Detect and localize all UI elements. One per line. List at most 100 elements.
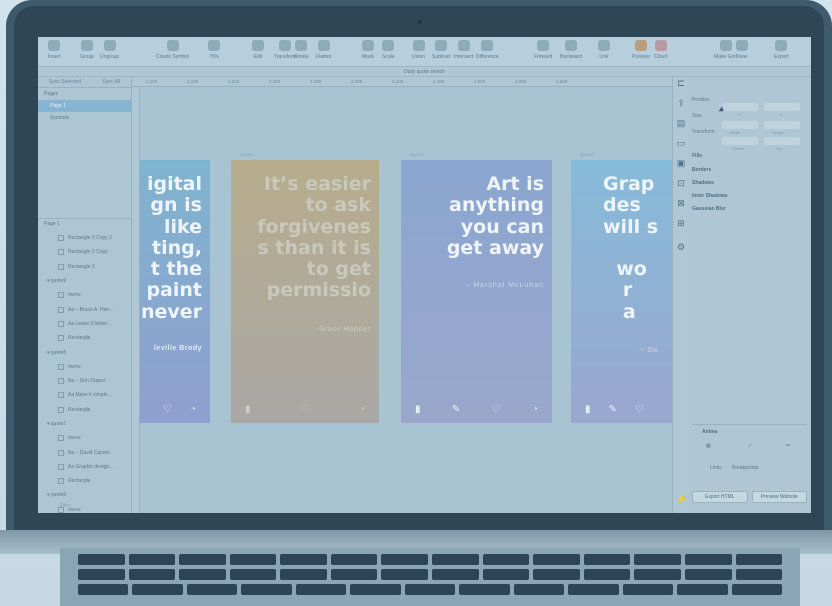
- heart-icon[interactable]: ♡: [163, 405, 172, 415]
- page-item-symbols[interactable]: Symbols: [38, 112, 131, 124]
- layer-icon: [58, 249, 64, 256]
- bookmark-icon[interactable]: ▮: [245, 405, 251, 415]
- layer-group[interactable]: ▾ quote7: [38, 417, 132, 431]
- toolbar-preview-button[interactable]: Preview: [632, 40, 650, 60]
- rocket-icon[interactable]: ➶: [748, 443, 752, 449]
- layout-icon[interactable]: ▦: [706, 443, 711, 449]
- layer-item[interactable]: menu: [38, 360, 132, 374]
- toolbar-group-button[interactable]: Group: [80, 40, 94, 60]
- layer-group[interactable]: ▾ quote6: [38, 488, 132, 502]
- toolbar-cloud-button[interactable]: Cloud: [654, 40, 667, 60]
- artboard-quote3[interactable]: Grap des will s wo r a – Da ▮ ✎ ♡: [571, 160, 672, 423]
- artboard-quote5[interactable]: It’s easier to ask forgivenes s than it …: [231, 160, 379, 423]
- layer-group[interactable]: ▾ quote9: [38, 274, 132, 288]
- layer-item[interactable]: menu: [38, 288, 132, 302]
- width-field[interactable]: [722, 121, 758, 129]
- toolbar-intersect-button[interactable]: Intersect: [454, 40, 473, 60]
- link-icon[interactable]: ⚯: [786, 443, 790, 449]
- heart-icon[interactable]: ♡: [300, 405, 309, 415]
- filter-input[interactable]: Filter: [60, 503, 71, 509]
- export-html-button[interactable]: Export HTML: [692, 491, 748, 503]
- toolbar-backward-button[interactable]: Backward: [560, 40, 582, 60]
- expand-icon[interactable]: ⊞: [676, 219, 686, 228]
- toolbar-union-button[interactable]: Union: [412, 40, 425, 60]
- preview-website-button[interactable]: Preview Website: [751, 491, 807, 503]
- share-icon[interactable]: ◔: [532, 405, 538, 415]
- layer-item[interactable]: menu: [38, 431, 132, 445]
- artboard-quote6[interactable]: igital gn is like ting, t the paint neve…: [140, 160, 210, 423]
- flip-field[interactable]: [764, 137, 800, 145]
- resize-icon[interactable]: ⊡: [676, 179, 686, 188]
- rotate-field[interactable]: [722, 137, 758, 145]
- pencil-icon[interactable]: ✎: [452, 405, 460, 415]
- toolbar-subtract-button[interactable]: Subtract: [432, 40, 451, 60]
- layer-item[interactable]: Rectangle: [38, 403, 132, 417]
- layer-item[interactable]: Aa Make it simple...: [38, 388, 132, 402]
- breakpoints-label[interactable]: Breakpoints: [732, 465, 758, 471]
- code-icon[interactable]: ▣: [676, 159, 686, 168]
- height-field[interactable]: [764, 121, 800, 129]
- toolbar-scale-button[interactable]: Scale: [382, 40, 395, 60]
- toolbar-edit-button[interactable]: Edit: [252, 40, 264, 60]
- tab-sync-selected[interactable]: Sync Selected: [49, 77, 81, 87]
- keyboard: [60, 548, 800, 606]
- layer-item[interactable]: Aa – Bruce A. Hen...: [38, 302, 132, 316]
- layer-item[interactable]: Rectangle 3 Copy 2: [38, 231, 132, 245]
- share-icon[interactable]: ◔: [359, 405, 365, 415]
- ruler-tick-label: 2,200: [228, 79, 240, 84]
- heart-icon[interactable]: ♡: [492, 405, 501, 415]
- layer-group[interactable]: ▾ quote8: [38, 345, 132, 359]
- gear-icon[interactable]: ⚙: [676, 243, 686, 252]
- bolt-icon[interactable]: ⚡: [676, 494, 687, 505]
- layer-item[interactable]: Rectangle: [38, 474, 132, 488]
- fills-section[interactable]: Fills: [692, 153, 702, 159]
- toolbar-ungroup-button[interactable]: Ungroup: [100, 40, 119, 60]
- toolbar-view-button[interactable]: View: [736, 40, 748, 60]
- toolbar-plus-button[interactable]: Insert: [48, 40, 61, 60]
- layer-item[interactable]: Rectangle 3: [38, 260, 132, 274]
- toolbar-difference-button[interactable]: Difference: [476, 40, 499, 60]
- links-label[interactable]: Links: [710, 465, 722, 471]
- toolbar-symbol-button[interactable]: Create Symbol: [156, 40, 189, 60]
- toolbar-zoom-button[interactable]: 75%: [208, 40, 220, 60]
- inner-shadows-section[interactable]: Inner Shadows: [692, 193, 728, 199]
- frame-icon[interactable]: ⊠: [676, 199, 686, 208]
- artboard-icon[interactable]: ▭: [676, 139, 686, 148]
- page-item-page-1[interactable]: Page 1: [38, 100, 131, 112]
- layer-item[interactable]: Aa – Don Draper: [38, 374, 132, 388]
- toolbar-flatten-button[interactable]: Flatten: [316, 40, 331, 60]
- layer-item[interactable]: Aa Leave it better...: [38, 317, 132, 331]
- share-icon[interactable]: ⇪: [676, 99, 686, 108]
- inspector-icon[interactable]: ▤: [676, 119, 686, 128]
- toolbar-grid-button[interactable]: Make Grid: [714, 40, 737, 60]
- artboard-quote4[interactable]: Art is anything you can get away – Marsh…: [401, 160, 552, 423]
- tab-sync-all[interactable]: Sync All: [102, 77, 120, 87]
- layout-icon[interactable]: ⊏: [676, 79, 686, 88]
- heart-icon[interactable]: ♡: [635, 405, 644, 415]
- y-field[interactable]: [764, 103, 800, 111]
- bookmark-icon[interactable]: ▮: [585, 405, 591, 415]
- toolbar-label: View: [736, 54, 748, 60]
- toolbar-link-button[interactable]: Link: [598, 40, 610, 60]
- bookmark-icon[interactable]: ▮: [415, 405, 421, 415]
- toolbar-label: 75%: [208, 54, 219, 60]
- layer-item[interactable]: Aa Graphic design...: [38, 460, 132, 474]
- pencil-icon[interactable]: ✎: [609, 405, 617, 415]
- layer-item[interactable]: Rectangle: [38, 331, 132, 345]
- toolbar-rotate-button[interactable]: Rotate: [294, 40, 309, 60]
- toolbar-mask-button[interactable]: Mask: [362, 40, 374, 60]
- gaussian-blur-section[interactable]: Gaussian Blur: [692, 206, 726, 212]
- layer-icon: [58, 478, 64, 485]
- layer-item[interactable]: Aa – David Carson: [38, 445, 132, 459]
- x-field[interactable]: [722, 103, 758, 111]
- anima-plugin-panel: Anima ▦ ➶ ⚯ Links Breakpoints: [692, 424, 807, 484]
- canvas[interactable]: quote5 quote4 quote3 igital gn is like t…: [140, 87, 672, 513]
- toolbar-forward-button[interactable]: Forward: [534, 40, 552, 60]
- ruler-tick-label: 2,550: [515, 79, 527, 84]
- borders-section[interactable]: Borders: [692, 167, 711, 173]
- shadows-section[interactable]: Shadows: [692, 180, 714, 186]
- layer-item[interactable]: menu: [38, 503, 132, 513]
- toolbar-export-button[interactable]: Export: [774, 40, 788, 60]
- layer-item[interactable]: Rectangle 3 Copy: [38, 245, 132, 259]
- share-icon[interactable]: ◔: [190, 405, 196, 415]
